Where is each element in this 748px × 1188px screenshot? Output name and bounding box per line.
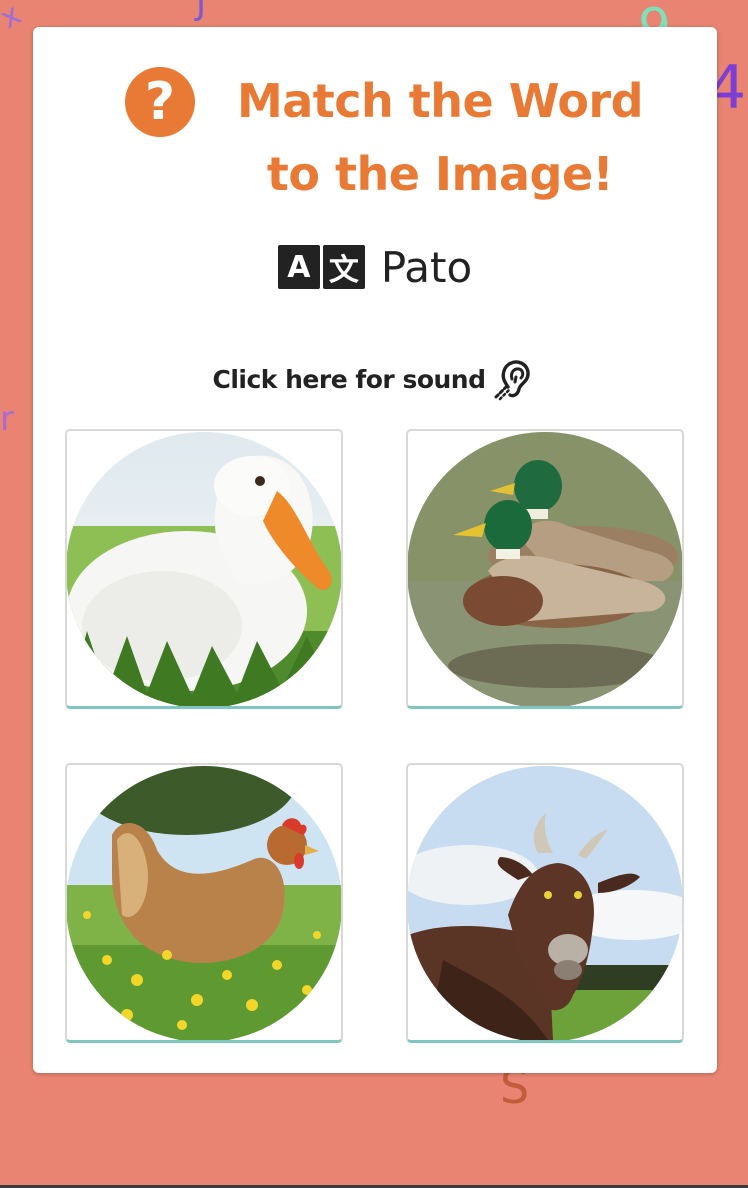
background-decoration: x — [0, 0, 28, 37]
background-decoration: J — [196, 0, 207, 23]
background-decoration: r — [0, 399, 14, 439]
translate-icon-left: A — [277, 245, 320, 289]
title-area: ? Match the Word to the Image! — [33, 47, 717, 217]
quiz-card: ? Match the Word to the Image! A 文 Pato … — [33, 27, 717, 1073]
hen-image — [67, 766, 341, 1040]
question-circle-icon[interactable]: ? — [125, 67, 195, 137]
page-title: Match the Word to the Image! — [236, 74, 644, 201]
ducks-image — [408, 432, 682, 706]
option-hen[interactable] — [65, 763, 343, 1043]
ear-hearing-icon — [494, 360, 530, 401]
option-goat[interactable] — [406, 763, 684, 1043]
word-text: Pato — [380, 242, 473, 292]
translate-icon: A 文 — [277, 245, 365, 289]
target-word: A 文 Pato — [33, 239, 717, 295]
sound-button[interactable]: Click here for sound — [33, 355, 717, 403]
option-ducks[interactable] — [406, 429, 684, 709]
goose-image — [67, 432, 341, 706]
sound-label: Click here for sound — [212, 364, 486, 394]
goat-image — [408, 766, 682, 1040]
translate-icon-right: 文 — [322, 245, 365, 289]
option-goose[interactable] — [65, 429, 343, 709]
